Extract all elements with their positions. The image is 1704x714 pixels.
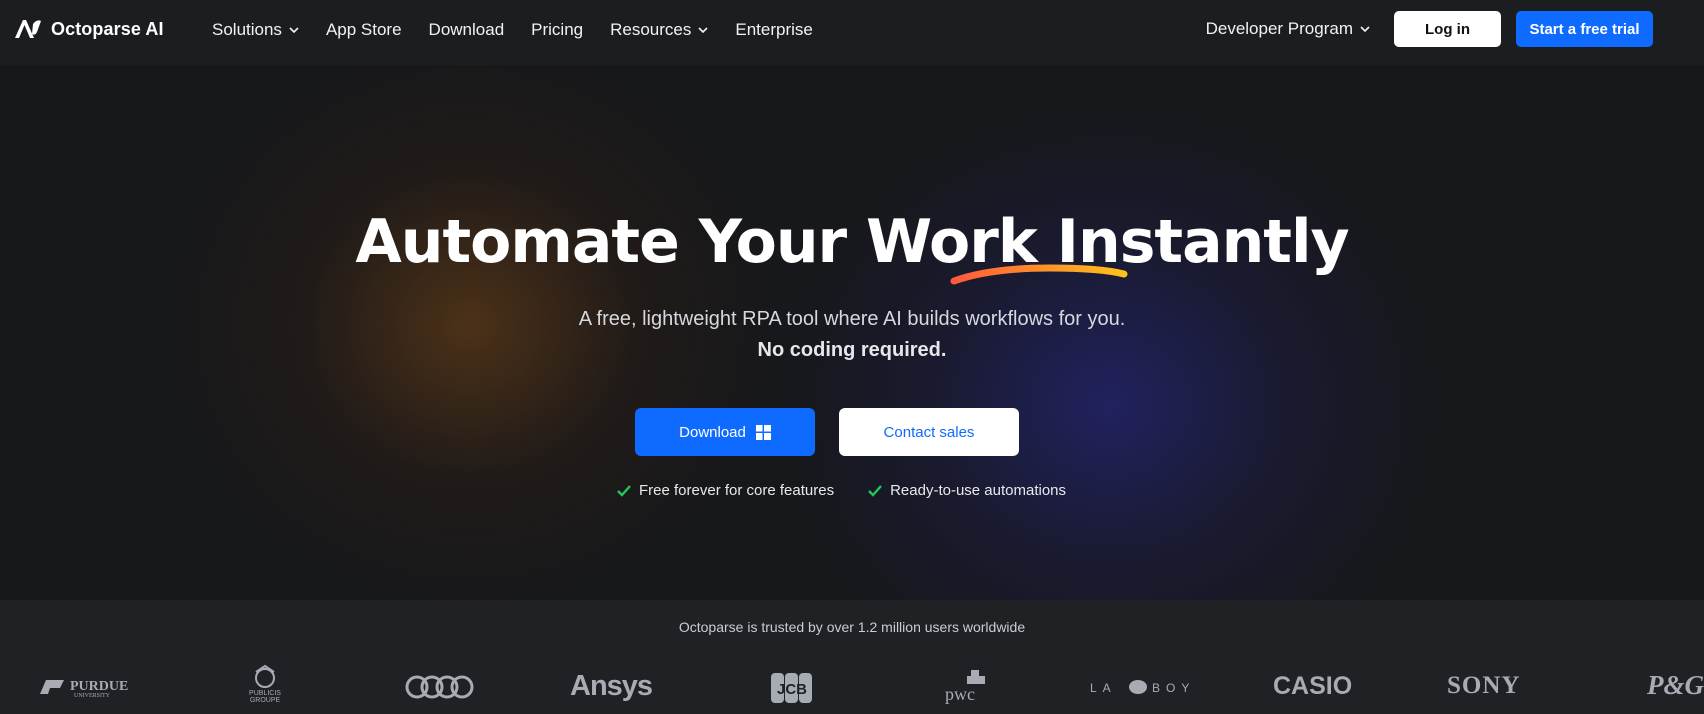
svg-text:LA: LA	[1090, 681, 1117, 695]
chevron-down-icon	[698, 27, 708, 34]
nav-link-label: App Store	[325, 20, 402, 39]
feature-label: Ready-to-use automations	[890, 482, 1067, 499]
chevron-down-icon	[1360, 26, 1370, 33]
logo-publicis: PUBLICIS GROUPE	[242, 664, 288, 709]
nav-link-app-store[interactable]: App Store	[326, 20, 402, 40]
nav-link-download[interactable]: Download	[429, 20, 505, 40]
brand-label: SONY	[1447, 672, 1521, 699]
brand-label: CASIO	[1273, 672, 1353, 700]
hero-subtitle: A free, lightweight RPA tool where AI bu…	[578, 308, 1126, 330]
nav-link-label: Download	[428, 20, 505, 39]
svg-text:UNIVERSITY: UNIVERSITY	[74, 693, 111, 698]
logo-audi	[405, 674, 475, 705]
nav-link-pricing[interactable]: Pricing	[531, 20, 583, 40]
login-button[interactable]: Log in	[1394, 11, 1501, 47]
feature-item: Ready-to-use automations	[868, 482, 1066, 499]
trust-text: Octoparse is trusted by over 1.2 million…	[678, 619, 1026, 635]
logo-ansys: Ansys	[570, 670, 653, 703]
hero-subtitle-bold: No coding required.	[757, 339, 947, 361]
hero-section: Automate Your Work Instantly A free, lig…	[0, 65, 1704, 600]
check-icon	[617, 484, 631, 497]
svg-text:PURDUE: PURDUE	[70, 679, 128, 694]
nav-link-solutions[interactable]: Solutions	[212, 20, 299, 40]
check-icon	[868, 484, 882, 497]
download-button-label: Download	[679, 423, 746, 441]
feature-item: Free forever for core features	[617, 482, 834, 499]
free-trial-button[interactable]: Start a free trial	[1516, 11, 1653, 47]
brand-label: P&G	[1647, 670, 1704, 700]
pwc-logo-icon: pwc	[945, 670, 985, 704]
svg-text:GROUPE: GROUPE	[250, 697, 281, 704]
logo-pwc: pwc	[943, 666, 993, 711]
nav-link-resources[interactable]: Resources	[610, 20, 708, 40]
top-navigation: Octoparse AI Solutions App Store Downloa…	[0, 0, 1704, 65]
nav-link-label: Solutions	[212, 20, 282, 39]
audi-logo-icon	[405, 675, 474, 699]
feature-label: Free forever for core features	[639, 482, 835, 499]
chevron-down-icon	[289, 27, 299, 34]
nav-link-label: Pricing	[531, 20, 584, 39]
logo-pg: P&G	[1647, 670, 1704, 701]
hero-features: Free forever for core features Ready-to-…	[617, 482, 1066, 499]
logo-casio: CASIO	[1273, 672, 1352, 701]
logo-sony: SONY	[1447, 672, 1520, 700]
publicis-logo-icon: PUBLICIS GROUPE	[249, 664, 281, 704]
brand-label: Ansys	[570, 670, 653, 702]
nav-link-label: Developer Program	[1205, 19, 1353, 38]
logo-lazboy: LA BOY	[1090, 678, 1196, 703]
nav-link-label: Resources	[610, 20, 692, 39]
logo[interactable]: Octoparse AI	[13, 17, 164, 41]
svg-text:BOY: BOY	[1152, 681, 1195, 695]
jcb-logo-icon: JCB	[771, 673, 812, 703]
svg-text:PUBLICIS: PUBLICIS	[249, 690, 281, 697]
nav-link-enterprise[interactable]: Enterprise	[735, 20, 812, 40]
trust-section: Octoparse is trusted by over 1.2 million…	[0, 600, 1704, 714]
customer-logos: PURDUE UNIVERSITY PUBLICIS GROUPE Ansys	[0, 660, 1704, 714]
download-button[interactable]: Download	[635, 408, 815, 456]
windows-icon	[755, 424, 771, 440]
lazboy-logo-icon: LA BOY	[1090, 680, 1195, 695]
hero-headline: Automate Your Work Instantly	[355, 207, 1349, 277]
nav-link-label: Enterprise	[735, 20, 813, 39]
octoparse-logo-icon	[15, 20, 41, 38]
nav-actions: Developer Program Log in Start a free tr…	[1206, 11, 1653, 47]
hero-cta-row: Download Contact sales	[635, 408, 1019, 456]
headline-underline-swoosh	[950, 264, 1128, 285]
logo-jcb: JCB	[770, 672, 814, 709]
svg-text:pwc: pwc	[945, 684, 975, 704]
contact-sales-button[interactable]: Contact sales	[839, 408, 1019, 456]
logo-text: Octoparse AI	[51, 18, 164, 39]
nav-links: Solutions App Store Download Pricing Res…	[212, 0, 840, 60]
purdue-logo-icon: PURDUE UNIVERSITY	[40, 679, 128, 699]
logo-purdue: PURDUE UNIVERSITY	[38, 674, 138, 703]
svg-text:JCB: JCB	[777, 681, 807, 698]
nav-link-developer-program[interactable]: Developer Program	[1206, 19, 1370, 39]
